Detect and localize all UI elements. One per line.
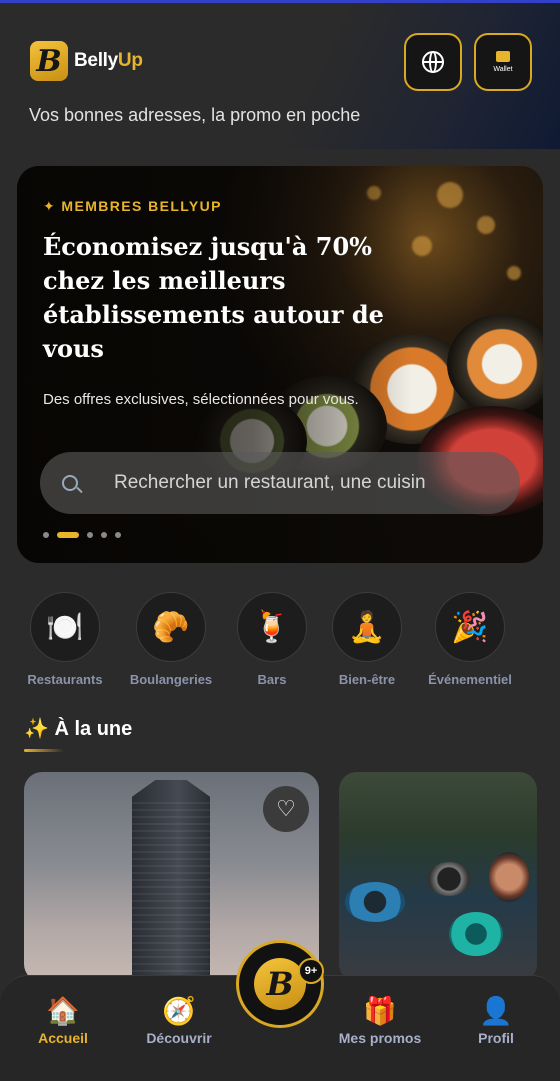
category-row: 🍽️ Restaurants 🥐 Boulangeries 🍹 Bars 🧘 B…: [0, 592, 560, 692]
compass-icon: 🧭: [162, 996, 196, 1026]
tagline: Vos bonnes adresses, la promo en poche: [29, 105, 361, 125]
heart-icon[interactable]: ♡: [263, 786, 309, 832]
party-popper-icon: 🎉: [435, 592, 505, 662]
gift-icon: 🎁: [363, 996, 397, 1026]
carousel-dot[interactable]: [43, 532, 49, 538]
logo-wordmark: BellyUp: [74, 50, 143, 72]
market-pot-image: [427, 862, 471, 896]
nav-decouvrir[interactable]: 🧭 Découvrir: [124, 994, 234, 1046]
logo-mark: B: [30, 41, 68, 81]
globe-icon: [422, 51, 444, 73]
language-button[interactable]: [404, 33, 462, 91]
nav-profil[interactable]: 👤 Profil: [441, 994, 551, 1046]
category-label: Bars: [257, 672, 287, 687]
notification-badge: 9+: [298, 958, 324, 984]
profile-icon: 👤: [479, 996, 513, 1026]
search-icon: [62, 475, 78, 491]
meditation-icon: 🧘: [332, 592, 402, 662]
center-bellyup-button[interactable]: B: [236, 940, 324, 1028]
logo-word-belly: Belly: [74, 50, 118, 71]
wallet-button[interactable]: Wallet: [474, 33, 532, 91]
nav-label: Profil: [478, 1030, 514, 1046]
skyscraper-windows: [132, 802, 210, 982]
nav-label: Accueil: [38, 1030, 88, 1046]
app-header: B BellyUp Wallet Vos bonnes adresses, la…: [0, 3, 560, 149]
market-pot-image: [345, 882, 405, 922]
plate-icon: 🍽️: [30, 592, 100, 662]
croissant-icon: 🥐: [136, 592, 206, 662]
category-label: Boulangeries: [129, 672, 213, 687]
section-title-featured: ✨ À la une: [24, 718, 133, 740]
carousel-dot-active[interactable]: [57, 532, 79, 538]
category-bars[interactable]: 🍹 Bars: [222, 592, 322, 687]
nav-label: Mes promos: [338, 1030, 422, 1046]
logo-word-up: Up: [117, 50, 143, 71]
category-restaurants[interactable]: 🍽️ Restaurants: [15, 592, 115, 687]
nav-mes-promos[interactable]: 🎁 Mes promos: [325, 994, 435, 1046]
search-bar[interactable]: Rechercher un restaurant, une cuisin: [40, 452, 520, 514]
carousel-dot[interactable]: [115, 532, 121, 538]
hero-subtitle: Des offres exclusives, sélectionnées pou…: [43, 391, 359, 408]
category-label: Bien-être: [338, 672, 396, 687]
cocktail-icon: 🍹: [237, 592, 307, 662]
category-label: Événementiel: [428, 672, 512, 687]
section-underline: [24, 749, 64, 752]
hero-eyebrow: ✦ MEMBRES BELLYUP: [43, 198, 222, 214]
category-evenementiel[interactable]: 🎉 Événementiel: [420, 592, 520, 687]
category-label: Restaurants: [27, 672, 103, 687]
wallet-label: Wallet: [493, 66, 513, 73]
nav-label: Découvrir: [146, 1030, 212, 1046]
bellyup-logo[interactable]: B BellyUp: [30, 41, 143, 81]
market-pot-image: [449, 912, 503, 956]
category-bien-etre[interactable]: 🧘 Bien-être: [317, 592, 417, 687]
featured-card[interactable]: [339, 772, 537, 982]
hero-banner[interactable]: ✦ MEMBRES BELLYUP Économisez jusqu'à 70%…: [17, 166, 543, 563]
nav-accueil[interactable]: 🏠 Accueil: [8, 994, 118, 1046]
market-vendor-image: [489, 852, 529, 902]
wallet-icon: [496, 51, 510, 62]
search-input[interactable]: Rechercher un restaurant, une cuisin: [114, 472, 494, 494]
hero-title: Économisez jusqu'à 70% chez les meilleur…: [43, 232, 384, 363]
carousel-dot[interactable]: [87, 532, 93, 538]
carousel-indicator[interactable]: [43, 532, 129, 538]
carousel-dot[interactable]: [101, 532, 107, 538]
home-icon: 🏠: [46, 996, 80, 1026]
category-boulangeries[interactable]: 🥐 Boulangeries: [121, 592, 221, 687]
